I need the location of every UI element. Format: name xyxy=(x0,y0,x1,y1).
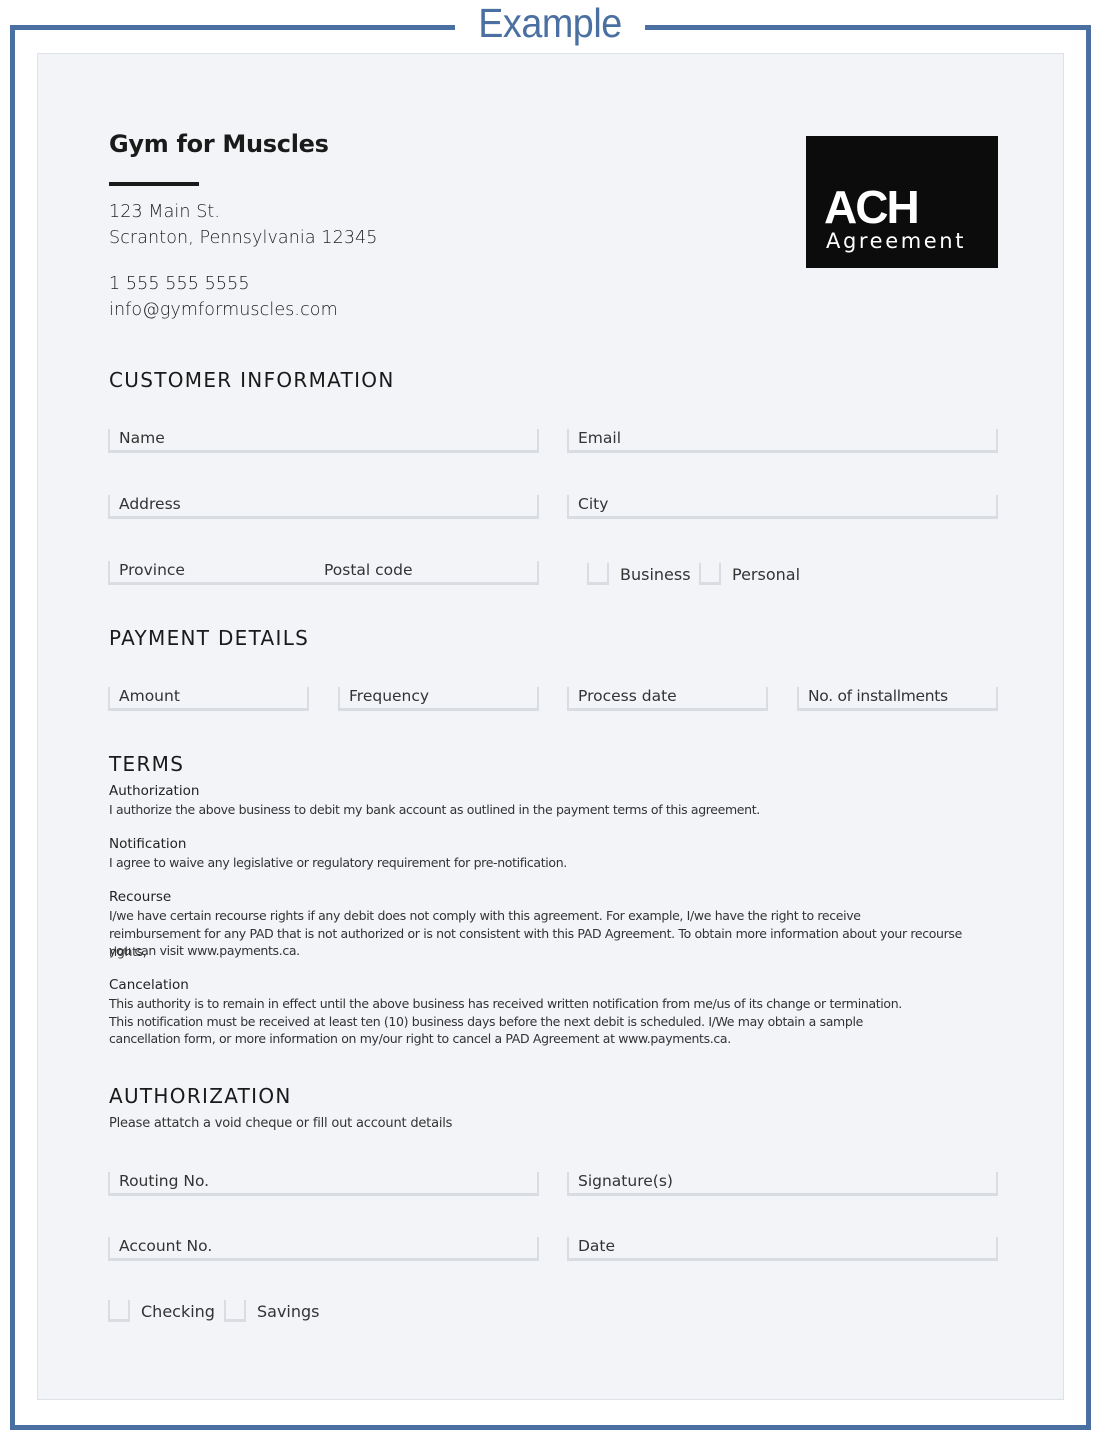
term-cancelation-line-3: cancellation form, or more information o… xyxy=(109,1031,731,1046)
name-field-label: Name xyxy=(119,429,165,447)
personal-checkbox-label: Personal xyxy=(732,565,801,584)
account-number-field-label: Account No. xyxy=(119,1237,213,1255)
email-field-label: Email xyxy=(578,429,622,447)
term-notification-body: I agree to waive any legislative or regu… xyxy=(109,855,567,870)
postal-code-field-label: Postal code xyxy=(324,561,413,579)
payment-details-heading: PAYMENT DETAILS xyxy=(109,626,310,650)
frame-title: Example xyxy=(478,0,622,46)
address-field[interactable]: Address xyxy=(108,495,539,519)
address-line-2: Scranton, Pennsylvania 12345 xyxy=(109,228,378,248)
address-field-label: Address xyxy=(119,495,181,513)
terms-heading: TERMS xyxy=(109,752,185,776)
savings-checkbox[interactable] xyxy=(224,1300,246,1322)
province-field-label: Province xyxy=(119,561,185,579)
term-recourse-line-3: you can visit www.payments.ca. xyxy=(109,943,300,958)
company-name: Gym for Muscles xyxy=(109,130,329,158)
term-authorization-title: Authorization xyxy=(109,783,200,799)
phone-number: 1 555 555 5555 xyxy=(109,274,250,294)
signature-field-label: Signature(s) xyxy=(578,1172,673,1190)
customer-information-heading: CUSTOMER INFORMATION xyxy=(109,368,395,392)
term-recourse-line-1: I/we have certain recourse rights if any… xyxy=(109,908,861,923)
ach-agreement-logo: ACH Agreement xyxy=(806,136,998,268)
date-field[interactable]: Date xyxy=(567,1237,998,1261)
routing-number-field[interactable]: Routing No. xyxy=(108,1172,539,1196)
city-field[interactable]: City xyxy=(567,495,998,519)
company-email: info@gymformuscles.com xyxy=(109,300,338,320)
term-notification-title: Notification xyxy=(109,836,187,852)
address-line-1: 123 Main St. xyxy=(109,202,221,222)
process-date-field-label: Process date xyxy=(578,687,677,705)
frequency-field[interactable]: Frequency xyxy=(338,687,539,711)
business-checkbox[interactable] xyxy=(587,563,609,585)
signature-field[interactable]: Signature(s) xyxy=(567,1172,998,1196)
logo-subtitle: Agreement xyxy=(826,229,967,253)
process-date-field[interactable]: Process date xyxy=(567,687,768,711)
term-cancelation-line-2: This notification must be received at le… xyxy=(109,1014,863,1029)
authorization-subtitle: Please attatch a void cheque or fill out… xyxy=(109,1116,453,1131)
personal-checkbox[interactable] xyxy=(699,563,721,585)
amount-field-label: Amount xyxy=(119,687,180,705)
term-recourse-title: Recourse xyxy=(109,889,172,905)
installments-field-label: No. of installments xyxy=(808,687,948,705)
installments-field[interactable]: No. of installments xyxy=(797,687,998,711)
name-field[interactable]: Name xyxy=(108,429,539,453)
account-number-field[interactable]: Account No. xyxy=(108,1237,539,1261)
term-cancelation-line-1: This authority is to remain in effect un… xyxy=(109,996,902,1011)
term-authorization-body: I authorize the above business to debit … xyxy=(109,802,760,817)
checking-checkbox[interactable] xyxy=(108,1300,130,1322)
company-underline xyxy=(109,182,199,186)
checking-checkbox-label: Checking xyxy=(141,1302,215,1321)
city-field-label: City xyxy=(578,495,609,513)
term-cancelation-title: Cancelation xyxy=(109,977,189,993)
authorization-heading: AUTHORIZATION xyxy=(109,1084,292,1108)
frequency-field-label: Frequency xyxy=(349,687,430,705)
amount-field[interactable]: Amount xyxy=(108,687,309,711)
business-checkbox-label: Business xyxy=(620,565,691,584)
province-postal-field[interactable]: Province Postal code xyxy=(108,561,539,585)
logo-title: ACH xyxy=(824,181,920,233)
routing-number-field-label: Routing No. xyxy=(119,1172,210,1190)
date-field-label: Date xyxy=(578,1237,616,1255)
email-field[interactable]: Email xyxy=(567,429,998,453)
savings-checkbox-label: Savings xyxy=(257,1302,320,1321)
